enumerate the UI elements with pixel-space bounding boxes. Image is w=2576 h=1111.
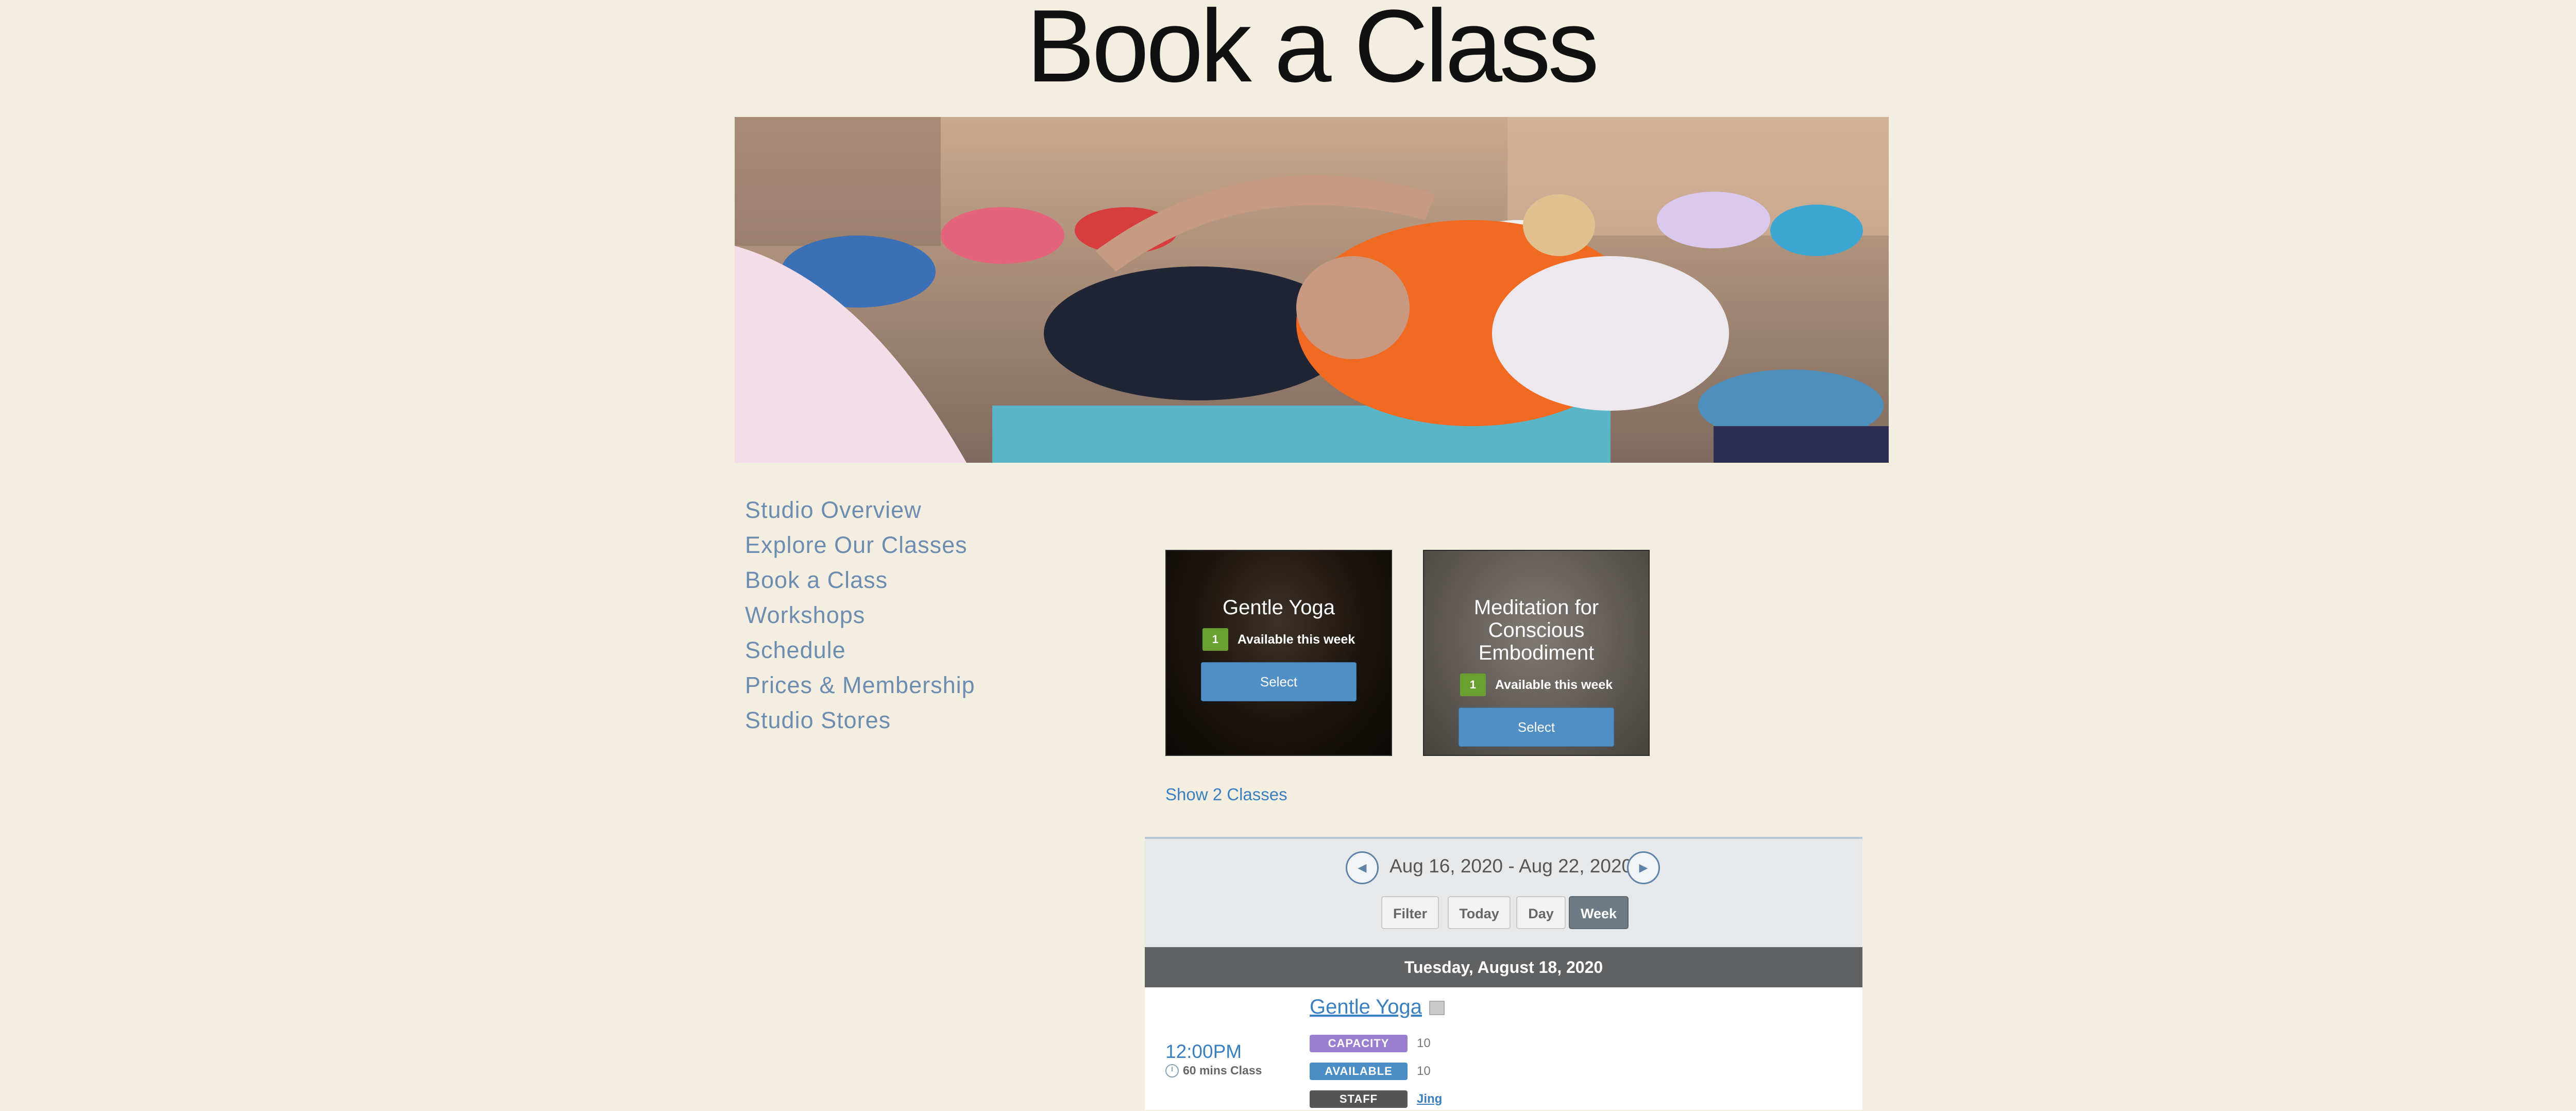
filter-button[interactable]: Filter (1381, 896, 1439, 929)
availability-count: 1 (1202, 628, 1228, 651)
caret-right-icon: ▶ (1639, 861, 1648, 874)
availability-label: Available this week (1237, 632, 1355, 647)
capacity-row: CAPACITY 10 (1310, 1035, 1431, 1052)
nav-studio-overview[interactable]: Studio Overview (745, 493, 975, 528)
availability-row: 1 Available this week (1424, 674, 1649, 696)
class-time[interactable]: 12:00PM (1165, 1041, 1242, 1063)
class-card-title: Gentle Yoga (1223, 596, 1335, 619)
schedule-entry: 12:00PM 60 mins Class Gentle Yoga CAPACI… (1145, 987, 1862, 1111)
available-row: AVAILABLE 10 (1310, 1063, 1431, 1080)
nav-explore-classes[interactable]: Explore Our Classes (745, 528, 975, 563)
nav-book-a-class[interactable]: Book a Class (745, 563, 975, 598)
staff-row: STAFF Jing (1310, 1090, 1442, 1108)
capacity-value: 10 (1417, 1036, 1431, 1050)
class-schedule: ◀ Aug 16, 2020 - Aug 22, 2020 ▶ Filter T… (1145, 837, 1862, 1110)
class-name-text: Gentle Yoga (1310, 996, 1422, 1018)
availability-count: 1 (1460, 674, 1486, 696)
day-header: Tuesday, August 18, 2020 (1145, 947, 1862, 987)
select-button[interactable]: Select (1459, 708, 1614, 747)
class-card-gentle-yoga: Gentle Yoga 1 Available this week Select (1165, 550, 1392, 756)
day-view-button[interactable]: Day (1516, 896, 1566, 929)
staff-badge: STAFF (1310, 1090, 1408, 1108)
class-card-meditation: Meditation for Conscious Embodiment 1 Av… (1423, 550, 1650, 756)
nav-prices-membership[interactable]: Prices & Membership (745, 668, 975, 703)
nav-studio-stores[interactable]: Studio Stores (745, 703, 975, 738)
page-title: Book a Class (1026, 0, 1599, 104)
nav-schedule[interactable]: Schedule (745, 633, 975, 668)
clock-icon (1165, 1064, 1179, 1078)
duration-label: 60 mins Class (1183, 1064, 1262, 1077)
previous-week-button[interactable]: ◀ (1346, 851, 1379, 884)
studio-nav: Studio Overview Explore Our Classes Book… (745, 493, 975, 738)
class-duration: 60 mins Class (1165, 1064, 1262, 1078)
select-button[interactable]: Select (1201, 662, 1357, 701)
availability-row: 1 Available this week (1166, 628, 1391, 651)
today-button[interactable]: Today (1448, 896, 1511, 929)
available-badge: AVAILABLE (1310, 1063, 1408, 1080)
show-classes-link[interactable]: Show 2 Classes (1165, 785, 1287, 804)
next-week-button[interactable]: ▶ (1627, 851, 1660, 884)
week-view-button[interactable]: Week (1569, 896, 1629, 929)
capacity-badge: CAPACITY (1310, 1035, 1408, 1052)
schedule-header: ◀ Aug 16, 2020 - Aug 22, 2020 ▶ Filter T… (1145, 839, 1862, 947)
date-range: Aug 16, 2020 - Aug 22, 2020 (1389, 855, 1633, 877)
availability-label: Available this week (1495, 677, 1613, 692)
hero-yoga-photo (735, 117, 1889, 463)
class-name-link[interactable]: Gentle Yoga (1310, 996, 1445, 1019)
staff-link[interactable]: Jing (1417, 1092, 1442, 1106)
calendar-icon[interactable] (1429, 1001, 1445, 1016)
caret-left-icon: ◀ (1358, 861, 1367, 874)
available-value: 10 (1417, 1064, 1431, 1078)
class-card-title: Meditation for Conscious Embodiment (1473, 596, 1599, 664)
nav-workshops[interactable]: Workshops (745, 598, 975, 633)
